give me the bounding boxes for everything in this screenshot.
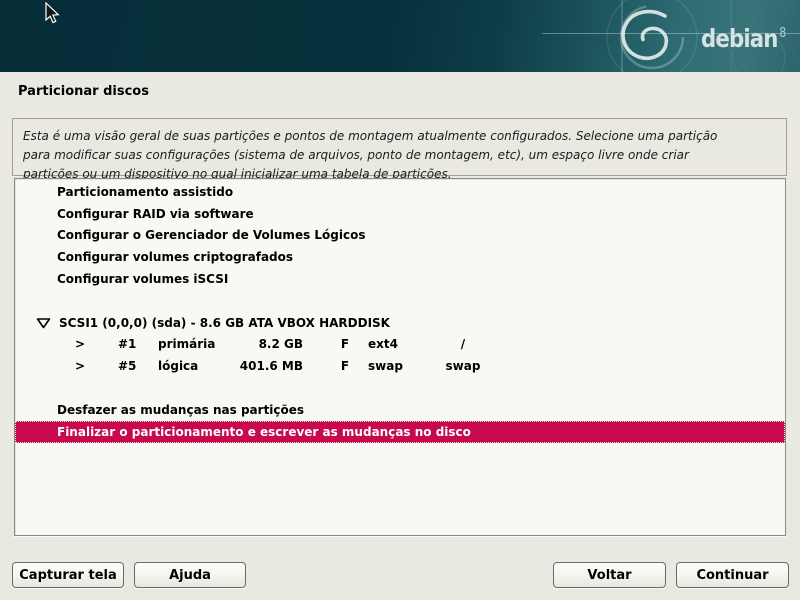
partition-mountpoint: swap <box>435 359 491 373</box>
partition-filesystem: ext4 <box>368 337 398 351</box>
list-item-configure-lvm[interactable]: Configurar o Gerenciador de Volumes Lógi… <box>15 225 785 247</box>
description-text: Esta é uma visão geral de suas partições… <box>23 129 717 181</box>
partition-marker: > <box>74 359 86 373</box>
partition-list-rows: Particionamento assistido Configurar RAI… <box>15 179 785 535</box>
list-item-label: Particionamento assistido <box>15 185 233 199</box>
partition-number: #1 <box>118 337 136 351</box>
help-button[interactable]: Ajuda <box>134 562 246 588</box>
partition-size: 8.2 GB <box>210 337 303 351</box>
partition-marker: > <box>74 337 86 351</box>
list-item-label: Configurar RAID via software <box>15 207 254 221</box>
list-spacer-row <box>15 290 785 312</box>
partition-type: lógica <box>158 359 198 373</box>
list-item-label: Configurar o Gerenciador de Volumes Lógi… <box>15 228 366 242</box>
list-spacer-row <box>15 377 785 399</box>
list-item-configure-raid[interactable]: Configurar RAID via software <box>15 203 785 225</box>
list-item-label: Configurar volumes iSCSI <box>15 272 228 286</box>
list-item-partition-5[interactable]: > #5 lógica 401.6 MB F swap swap <box>15 355 785 377</box>
list-item-finish-partitioning[interactable]: Finalizar o particionamento e escrever a… <box>15 421 785 443</box>
partition-size: 401.6 MB <box>210 359 303 373</box>
partition-mountpoint: / <box>435 337 491 351</box>
list-item-label: Configurar volumes criptografados <box>15 250 293 264</box>
header-banner: debian8 <box>0 0 800 72</box>
debian-logotype: debian8 <box>701 24 786 53</box>
continue-button[interactable]: Continuar <box>676 562 789 588</box>
brand-name: debian <box>701 24 777 53</box>
list-item-label: Finalizar o particionamento e escrever a… <box>15 425 471 439</box>
list-item-disk-sda[interactable]: SCSI1 (0,0,0) (sda) - 8.6 GB ATA VBOX HA… <box>15 312 785 334</box>
list-item-partition-1[interactable]: > #1 primária 8.2 GB F ext4 / <box>15 334 785 356</box>
expander-triangle-down-icon[interactable] <box>36 317 51 329</box>
partition-filesystem: swap <box>368 359 403 373</box>
list-item-undo-changes[interactable]: Desfazer as mudanças nas partições <box>15 399 785 421</box>
page-title: Particionar discos <box>18 84 149 99</box>
list-item-label: Desfazer as mudanças nas partições <box>15 403 304 417</box>
partition-flag: F <box>335 337 355 351</box>
partition-flag: F <box>335 359 355 373</box>
back-button[interactable]: Voltar <box>553 562 666 588</box>
partition-number: #5 <box>118 359 136 373</box>
brand-version: 8 <box>779 26 786 41</box>
disk-label: SCSI1 (0,0,0) (sda) - 8.6 GB ATA VBOX HA… <box>59 316 390 330</box>
debian-installer-window: { "header": { "brand": "debian", "versio… <box>0 0 800 600</box>
list-item-guided-partitioning[interactable]: Particionamento assistido <box>15 181 785 203</box>
partition-type: primária <box>158 337 215 351</box>
description-box: Esta é uma visão geral de suas partições… <box>12 118 787 176</box>
list-item-configure-encrypted[interactable]: Configurar volumes criptografados <box>15 246 785 268</box>
mouse-cursor-icon <box>44 2 62 26</box>
partition-list[interactable]: Particionamento assistido Configurar RAI… <box>14 178 786 536</box>
list-item-configure-iscsi[interactable]: Configurar volumes iSCSI <box>15 268 785 290</box>
screenshot-button[interactable]: Capturar tela <box>12 562 124 588</box>
